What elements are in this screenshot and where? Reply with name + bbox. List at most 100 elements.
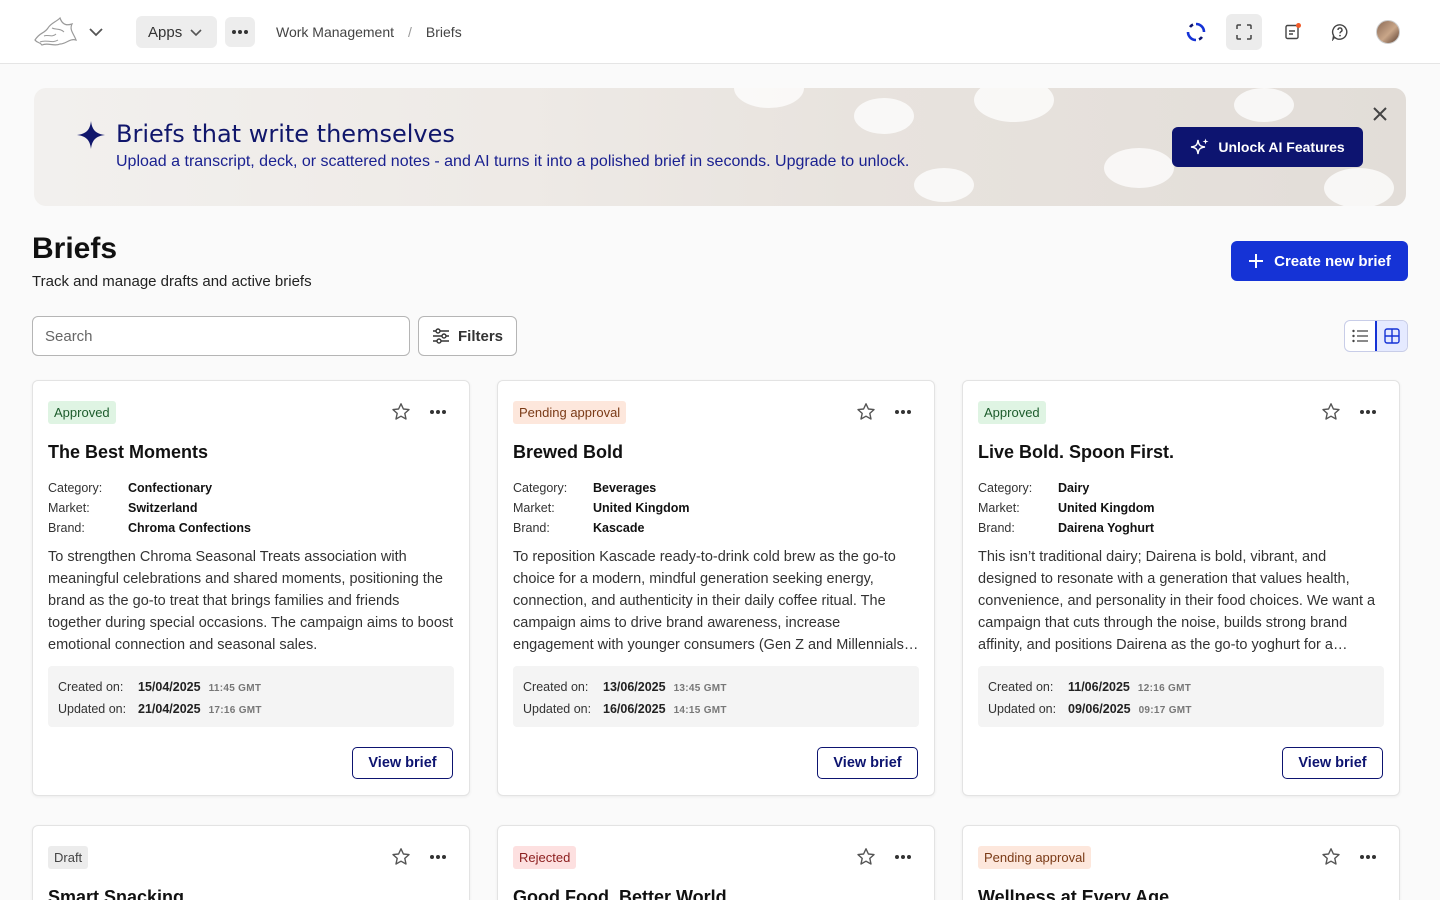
brand-label: Brand: xyxy=(513,521,550,535)
updated-date: 16/06/2025 xyxy=(603,702,666,716)
updated-label: Updated on: xyxy=(523,702,592,716)
create-new-brief-button[interactable]: Create new brief xyxy=(1231,241,1408,281)
top-icons xyxy=(1178,14,1400,50)
card-title: The Best Moments xyxy=(48,442,209,462)
filters-button[interactable]: Filters xyxy=(418,316,517,356)
top-bar: Apps Work Management / Briefs xyxy=(0,0,1440,64)
sparkle-icon xyxy=(77,121,105,149)
status-badge: Pending approval xyxy=(513,401,627,424)
brief-card: Pending approval Wellness at Every Age xyxy=(962,825,1400,900)
sync-button[interactable] xyxy=(1178,14,1214,50)
market-label: Market: xyxy=(513,501,555,515)
market-label: Market: xyxy=(48,501,90,515)
brand-label: Brand: xyxy=(48,521,85,535)
breadcrumb-work-management[interactable]: Work Management xyxy=(276,24,394,40)
banner-decoration xyxy=(854,98,914,134)
search-input[interactable] xyxy=(32,316,410,356)
star-icon[interactable] xyxy=(391,847,411,867)
help-button[interactable] xyxy=(1322,14,1358,50)
created-label: Created on: xyxy=(58,680,124,694)
breadcrumb-briefs[interactable]: Briefs xyxy=(426,24,462,40)
category-label: Category: xyxy=(978,481,1033,495)
more-icon xyxy=(430,410,446,414)
card-meta: Category: Confectionary Market: Switzerlan… xyxy=(48,478,251,538)
grid-icon xyxy=(1384,328,1400,344)
brief-card: Approved Live Bold. Spoon First. Categor… xyxy=(962,380,1400,796)
close-icon[interactable] xyxy=(1370,104,1390,124)
card-meta: Category: Dairy Market: United Kingdom Bra… xyxy=(978,478,1155,538)
card-more-button[interactable] xyxy=(1357,402,1379,422)
list-view-button[interactable] xyxy=(1345,321,1376,351)
view-brief-button[interactable]: View brief xyxy=(817,747,918,779)
status-badge: Draft xyxy=(48,846,89,869)
status-badge: Rejected xyxy=(513,846,577,869)
apps-menu-button[interactable]: Apps xyxy=(136,16,217,48)
chevron-down-icon[interactable] xyxy=(86,22,106,42)
card-dates: Created on: 11/06/2025 12:16 GMT Updated o… xyxy=(978,666,1384,727)
more-icon xyxy=(430,855,446,859)
more-options-button[interactable] xyxy=(225,17,255,47)
page-subtitle: Track and manage drafts and active brief… xyxy=(32,273,312,290)
avatar[interactable] xyxy=(1376,20,1400,44)
filters-label: Filters xyxy=(457,327,503,345)
more-icon xyxy=(1360,855,1376,859)
card-description: To reposition Kascade ready-to-drink col… xyxy=(513,549,913,653)
star-icon[interactable] xyxy=(391,402,411,422)
card-more-button[interactable] xyxy=(427,402,449,422)
card-more-button[interactable] xyxy=(892,402,914,422)
grid-view-button[interactable] xyxy=(1374,321,1407,351)
sync-icon xyxy=(1186,22,1206,42)
market-label: Market: xyxy=(978,501,1020,515)
updated-label: Updated on: xyxy=(58,702,127,716)
created-time: 13:45 GMT xyxy=(673,683,727,694)
status-badge: Approved xyxy=(48,401,116,424)
brief-card: Rejected Good Food, Better World xyxy=(497,825,935,900)
unlock-ai-label: Unlock AI Features xyxy=(1218,139,1345,155)
category-label: Category: xyxy=(513,481,568,495)
card-title: Live Bold. Spoon First. xyxy=(978,442,1175,462)
star-icon[interactable] xyxy=(856,402,876,422)
card-dates: Created on: 15/04/2025 11:45 GMT Updated o… xyxy=(48,666,454,727)
status-badge: Pending approval xyxy=(978,846,1092,869)
more-icon xyxy=(232,30,248,34)
breadcrumb-separator: / xyxy=(408,24,412,40)
notes-button[interactable] xyxy=(1274,14,1310,50)
brief-card: Pending approval Brewed Bold Category: Be… xyxy=(497,380,935,796)
card-more-button[interactable] xyxy=(427,847,449,867)
view-brief-button[interactable]: View brief xyxy=(1282,747,1383,779)
created-date: 15/04/2025 xyxy=(138,680,201,694)
brand-value: Kascade xyxy=(593,521,645,535)
logo-icon[interactable] xyxy=(32,14,78,50)
apps-label: Apps xyxy=(148,23,183,41)
banner-decoration xyxy=(1234,88,1294,122)
updated-time: 14:15 GMT xyxy=(673,705,727,716)
star-icon[interactable] xyxy=(1321,402,1341,422)
card-more-button[interactable] xyxy=(1357,847,1379,867)
brand-value: Chroma Confections xyxy=(128,521,251,535)
category-value: Beverages xyxy=(593,481,657,495)
market-value: United Kingdom xyxy=(1058,501,1155,515)
category-value: Dairy xyxy=(1058,481,1090,495)
focus-button[interactable] xyxy=(1226,14,1262,50)
chevron-down-icon xyxy=(190,29,202,37)
banner-decoration xyxy=(1324,168,1394,206)
banner-decoration xyxy=(914,168,974,202)
card-title: Brewed Bold xyxy=(513,442,624,462)
category-label: Category: xyxy=(48,481,103,495)
card-title: Wellness at Every Age xyxy=(978,887,1170,900)
star-icon[interactable] xyxy=(1321,847,1341,867)
card-title: Good Food, Better World xyxy=(513,887,727,900)
notification-dot xyxy=(1296,23,1301,28)
plus-icon xyxy=(1249,254,1264,268)
more-icon xyxy=(1360,410,1376,414)
focus-icon xyxy=(1236,24,1252,40)
unlock-ai-features-button[interactable]: Unlock AI Features xyxy=(1172,127,1363,167)
star-icon[interactable] xyxy=(856,847,876,867)
created-time: 11:45 GMT xyxy=(208,683,262,694)
brand-label: Brand: xyxy=(978,521,1015,535)
view-brief-button[interactable]: View brief xyxy=(352,747,453,779)
market-value: United Kingdom xyxy=(593,501,690,515)
banner-subtitle: Upload a transcript, deck, or scattered … xyxy=(116,153,910,170)
card-more-button[interactable] xyxy=(892,847,914,867)
breadcrumb: Work Management / Briefs xyxy=(276,24,462,40)
